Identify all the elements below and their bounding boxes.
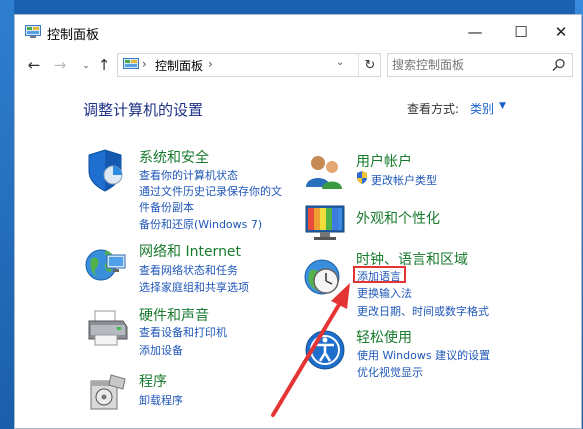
desktop-background-left	[0, 0, 14, 429]
annotation-arrow	[271, 283, 350, 417]
control-panel-window: 控制面板 — ☐ ✕ ← → ⌄ ↑ › 控制面板 › ⌄ ↻ 搜索控制面板 调…	[14, 14, 582, 429]
